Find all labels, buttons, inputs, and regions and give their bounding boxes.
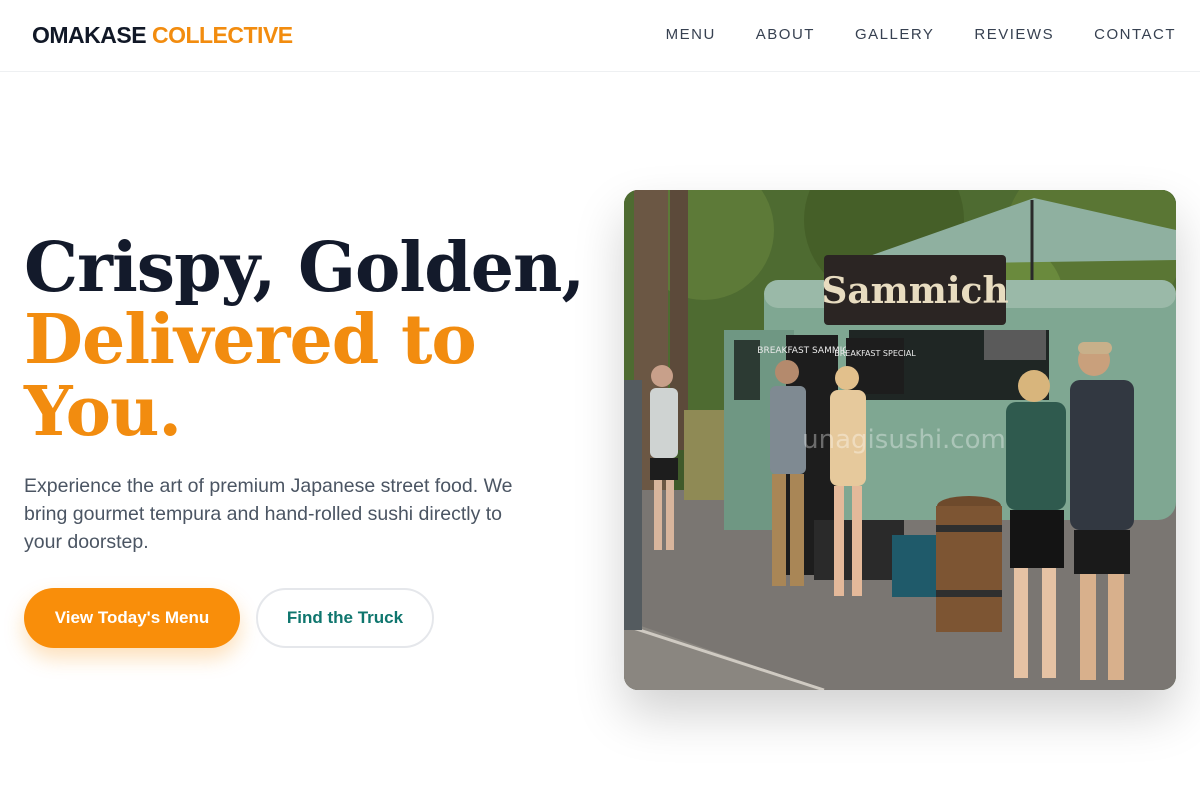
nav-about[interactable]: ABOUT [756,26,815,43]
hero-image-food-truck: Sammich BREAKFAST SAMMICHES BREAKFAST SP… [624,190,1176,690]
nav-menu[interactable]: MENU [666,26,716,43]
logo-main: OMAKASE [32,22,147,48]
find-truck-button[interactable]: Find the Truck [256,588,434,648]
hero-title: Crispy, Golden, Delivered to You. [24,228,585,452]
main-nav: MENU ABOUT GALLERY REVIEWS CONTACT [626,26,1176,43]
view-menu-button[interactable]: View Today's Menu [24,588,240,648]
site-header: OMAKASE COLLECTIVE MENU ABOUT GALLERY RE… [0,0,1200,72]
hero-title-line2: Delivered to You. [24,300,477,452]
image-watermark: unagisushi.com [802,425,1006,455]
logo[interactable]: OMAKASE COLLECTIVE [32,22,293,49]
hero-description: Experience the art of premium Japanese s… [24,475,513,553]
nav-reviews[interactable]: REVIEWS [974,26,1054,43]
logo-accent: COLLECTIVE [151,22,293,48]
nav-contact[interactable]: CONTACT [1094,26,1176,43]
menu-board-right: BREAKFAST SPECIAL [834,349,916,358]
truck-sign-text: Sammich [821,270,1008,312]
nav-gallery[interactable]: GALLERY [855,26,934,43]
hero-title-line1: Crispy, Golden, [24,228,585,308]
